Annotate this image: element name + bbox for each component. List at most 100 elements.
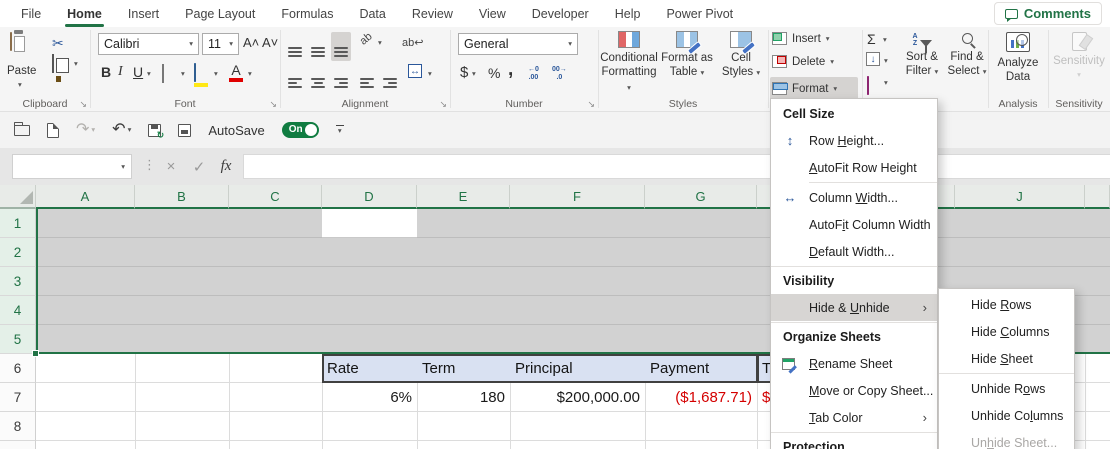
cell-C6[interactable]	[229, 354, 323, 383]
cell-C9[interactable]	[229, 441, 323, 449]
cell-D1[interactable]	[322, 209, 418, 238]
tab-page-layout[interactable]: Page Layout	[172, 0, 268, 27]
percent-button[interactable]: %	[488, 65, 500, 81]
cell-A2[interactable]	[36, 238, 136, 267]
tab-formulas[interactable]: Formulas	[268, 0, 346, 27]
bottom-align-button[interactable]	[331, 32, 351, 61]
cell-F8[interactable]	[510, 412, 646, 441]
cell-K3[interactable]	[1085, 267, 1110, 296]
insert-cells-button[interactable]: Insert ▾	[772, 32, 830, 45]
tab-data[interactable]: Data	[346, 0, 398, 27]
tab-power-pivot[interactable]: Power Pivot	[653, 0, 746, 27]
chevron-down-icon[interactable]: ▾	[74, 60, 78, 68]
cell-E9[interactable]	[417, 441, 511, 449]
cell-D4[interactable]	[322, 296, 418, 325]
comments-button[interactable]: Comments	[993, 2, 1102, 25]
cell-D6[interactable]: Rate	[322, 354, 418, 383]
cell-D9[interactable]	[322, 441, 418, 449]
cell-K1[interactable]	[1085, 209, 1110, 238]
chevron-down-icon[interactable]: ▾	[248, 70, 252, 78]
cell-F2[interactable]	[510, 238, 646, 267]
menu-item-unhide-columns[interactable]: Unhide Columns	[939, 402, 1074, 429]
dialog-launcher-icon[interactable]: ↘	[587, 100, 595, 109]
resize-dots-icon[interactable]: ⋮	[143, 157, 156, 173]
underline-button[interactable]: U	[133, 65, 143, 79]
cell-B6[interactable]	[135, 354, 230, 383]
cell-E3[interactable]	[417, 267, 511, 296]
cell-B5[interactable]	[135, 325, 230, 354]
increase-decimal-button[interactable]: ←0 .00	[528, 66, 539, 81]
align-right-button[interactable]	[334, 67, 348, 88]
cell-F1[interactable]	[510, 209, 646, 238]
column-header-c[interactable]: C	[229, 185, 322, 209]
chevron-down-icon[interactable]: ▾	[883, 36, 887, 44]
chevron-down-icon[interactable]: ▾	[214, 70, 218, 78]
tab-review[interactable]: Review	[399, 0, 466, 27]
menu-item-autofit-row-height[interactable]: AutoFit Row Height	[771, 154, 937, 181]
cell-C7[interactable]	[229, 383, 323, 412]
cell-E7[interactable]: 180	[417, 383, 511, 412]
cell-D5[interactable]	[322, 325, 418, 354]
copy-button[interactable]	[52, 54, 54, 73]
align-left-button[interactable]	[288, 67, 302, 88]
cell-E5[interactable]	[417, 325, 511, 354]
row-header-5[interactable]: 5	[0, 325, 36, 354]
menu-item-default-width[interactable]: Default Width...	[771, 238, 937, 265]
middle-align-button[interactable]	[311, 36, 325, 57]
bold-button[interactable]: B	[101, 65, 111, 79]
cell-F4[interactable]	[510, 296, 646, 325]
chevron-down-icon[interactable]: ▾	[18, 81, 22, 89]
sort-filter-button[interactable]: AZ Sort & Filter ▾	[900, 33, 944, 79]
dialog-launcher-icon[interactable]: ↘	[439, 100, 447, 109]
chevron-down-icon[interactable]: ▾	[121, 163, 125, 171]
row-header-8[interactable]: 8	[0, 412, 36, 441]
menu-item-hide-columns[interactable]: Hide Columns	[939, 318, 1074, 345]
cell-G7[interactable]: ($1,687.71)	[645, 383, 758, 412]
cell-J1[interactable]	[955, 209, 1086, 238]
cell-D7[interactable]: 6%	[322, 383, 418, 412]
decrease-font-button[interactable]: A˅	[262, 35, 278, 50]
cell-B3[interactable]	[135, 267, 230, 296]
menu-item-autofit-column-width[interactable]: AutoFit Column Width	[771, 211, 937, 238]
cell-B4[interactable]	[135, 296, 230, 325]
increase-font-button[interactable]: A˄	[243, 35, 259, 50]
tab-insert[interactable]: Insert	[115, 0, 172, 27]
menu-item-tab-color[interactable]: Tab Color ›	[771, 404, 937, 431]
chevron-down-icon[interactable]: ▾	[428, 70, 432, 78]
analyze-data-button[interactable]: Analyze Data	[992, 32, 1044, 85]
format-cells-button[interactable]: Format ▾	[770, 77, 858, 100]
cell-A7[interactable]	[36, 383, 136, 412]
comma-style-button[interactable]: ,	[508, 59, 513, 81]
number-format-combo[interactable]: General ▾	[458, 33, 578, 55]
font-size-combo[interactable]: 11 ▾	[202, 33, 239, 55]
cell-E6[interactable]: Term	[417, 354, 511, 383]
cell-B9[interactable]	[135, 441, 230, 449]
select-all-corner[interactable]	[0, 185, 36, 209]
cell-G3[interactable]	[645, 267, 758, 296]
cell-C5[interactable]	[229, 325, 323, 354]
row-header-3[interactable]: 3	[0, 267, 36, 296]
cell-A9[interactable]	[36, 441, 136, 449]
column-header-a[interactable]: A	[36, 185, 135, 209]
cell-A4[interactable]	[36, 296, 136, 325]
row-header-6[interactable]: 6	[0, 354, 36, 383]
menu-item-hide-unhide[interactable]: Hide & Unhide ›	[771, 294, 937, 321]
cell-G1[interactable]	[645, 209, 758, 238]
decrease-decimal-button[interactable]: 00→ .0	[552, 66, 567, 81]
font-name-combo[interactable]: Calibri ▾	[98, 33, 199, 55]
cell-J2[interactable]	[955, 238, 1086, 267]
dialog-launcher-icon[interactable]: ↘	[79, 100, 87, 109]
name-box[interactable]: ▾	[12, 154, 132, 179]
align-center-button[interactable]	[311, 67, 325, 88]
cell-F5[interactable]	[510, 325, 646, 354]
cell-C1[interactable]	[229, 209, 323, 238]
new-file-button[interactable]	[47, 122, 59, 138]
customize-qat-button[interactable]: ▾	[335, 125, 344, 135]
column-header-hidden[interactable]	[1085, 185, 1110, 209]
decrease-indent-button[interactable]	[360, 67, 374, 88]
cell-D8[interactable]	[322, 412, 418, 441]
tab-view[interactable]: View	[466, 0, 519, 27]
column-header-d[interactable]: D	[322, 185, 417, 209]
chevron-down-icon[interactable]: ▾	[147, 70, 151, 78]
cell-C3[interactable]	[229, 267, 323, 296]
